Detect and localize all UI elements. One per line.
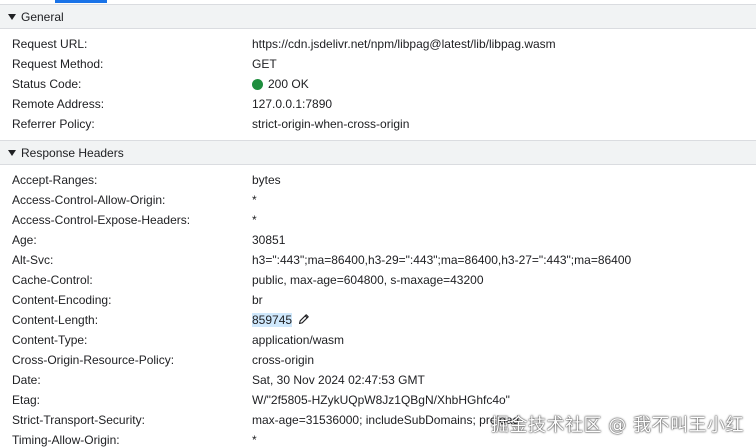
response-headers-section-header[interactable]: Response Headers — [0, 140, 756, 165]
header-value[interactable]: strict-origin-when-cross-origin — [252, 117, 409, 131]
general-rows: Request URL: https://cdn.jsdelivr.net/np… — [0, 29, 756, 140]
header-value[interactable]: max-age=31536000; includeSubDomains; pre… — [252, 413, 519, 427]
header-value[interactable]: cross-origin — [252, 353, 314, 367]
response-row-aceh: Access-Control-Expose-Headers: * — [0, 210, 756, 230]
header-value[interactable]: * — [252, 433, 257, 447]
header-value[interactable]: * — [252, 213, 257, 227]
general-section-title: General — [21, 9, 64, 24]
header-key: Age: — [12, 233, 37, 247]
header-value[interactable]: GET — [252, 57, 277, 71]
header-key: Status Code: — [12, 77, 82, 91]
response-row-acao: Access-Control-Allow-Origin: * — [0, 190, 756, 210]
general-row-request-method: Request Method: GET — [0, 54, 756, 74]
header-key: Request Method: — [12, 57, 104, 71]
response-row-date: Date: Sat, 30 Nov 2024 02:47:53 GMT — [0, 370, 756, 390]
response-headers-section-title: Response Headers — [21, 145, 124, 160]
general-row-status-code: Status Code: 200 OK — [0, 74, 756, 94]
response-row-content-type: Content-Type: application/wasm — [0, 330, 756, 350]
header-key: Content-Length: — [12, 313, 99, 327]
general-row-request-url: Request URL: https://cdn.jsdelivr.net/np… — [0, 34, 756, 54]
pencil-icon[interactable] — [298, 313, 310, 328]
response-row-accept-ranges: Accept-Ranges: bytes — [0, 170, 756, 190]
response-row-etag: Etag: W/"2f5805-HZykUQpW8Jz1QBgN/XhbHGhf… — [0, 390, 756, 410]
header-key: Access-Control-Expose-Headers: — [12, 213, 191, 227]
header-value[interactable]: Sat, 30 Nov 2024 02:47:53 GMT — [252, 373, 425, 387]
header-value[interactable]: W/"2f5805-HZykUQpW8Jz1QBgN/XhbHGhfc4o" — [252, 393, 510, 407]
response-row-age: Age: 30851 — [0, 230, 756, 250]
response-row-content-length: Content-Length: 859745 — [0, 310, 756, 330]
response-header-rows: Accept-Ranges: bytes Access-Control-Allo… — [0, 165, 756, 447]
header-key: Accept-Ranges: — [12, 173, 98, 187]
header-key: Etag: — [12, 393, 41, 407]
header-value[interactable]: 30851 — [252, 233, 285, 247]
header-key: Request URL: — [12, 37, 88, 51]
header-value[interactable]: h3=":443";ma=86400,h3-29=":443";ma=86400… — [252, 253, 631, 267]
status-code-text[interactable]: 200 OK — [268, 77, 309, 91]
triangle-down-icon — [8, 149, 16, 156]
general-row-referrer-policy: Referrer Policy: strict-origin-when-cros… — [0, 114, 756, 134]
response-row-cache-control: Cache-Control: public, max-age=604800, s… — [0, 270, 756, 290]
response-row-alt-svc: Alt-Svc: h3=":443";ma=86400,h3-29=":443"… — [0, 250, 756, 270]
status-value: 200 OK — [252, 77, 309, 91]
header-key: Date: — [12, 373, 41, 387]
header-value[interactable]: * — [252, 193, 257, 207]
header-key: Content-Type: — [12, 333, 88, 347]
general-section-header[interactable]: General — [0, 4, 756, 29]
selected-header-value[interactable]: 859745 — [252, 313, 293, 327]
header-value[interactable]: 127.0.0.1:7890 — [252, 97, 332, 111]
general-row-remote-address: Remote Address: 127.0.0.1:7890 — [0, 94, 756, 114]
header-key: Remote Address: — [12, 97, 105, 111]
active-tab-indicator — [55, 0, 107, 3]
header-value[interactable]: application/wasm — [252, 333, 344, 347]
status-dot-icon — [252, 78, 263, 90]
header-key: Cache-Control: — [12, 273, 93, 287]
headers-panel: General Request URL: https://cdn.jsdeliv… — [0, 0, 756, 447]
header-key: Timing-Allow-Origin: — [12, 433, 120, 447]
header-key: Alt-Svc: — [12, 253, 54, 267]
header-key: Strict-Transport-Security: — [12, 413, 145, 427]
response-row-corp: Cross-Origin-Resource-Policy: cross-orig… — [0, 350, 756, 370]
header-value[interactable]: https://cdn.jsdelivr.net/npm/libpag@late… — [252, 37, 556, 51]
watermark-text: 掘金技术社区 @ 我不叫王小红 — [491, 415, 744, 436]
header-key: Access-Control-Allow-Origin: — [12, 193, 166, 207]
header-key: Referrer Policy: — [12, 117, 95, 131]
response-row-content-encoding: Content-Encoding: br — [0, 290, 756, 310]
header-value[interactable]: bytes — [252, 173, 281, 187]
header-value[interactable]: public, max-age=604800, s-maxage=43200 — [252, 273, 484, 287]
header-key: Content-Encoding: — [12, 293, 112, 307]
header-key: Cross-Origin-Resource-Policy: — [12, 353, 175, 367]
header-value[interactable]: br — [252, 293, 263, 307]
content-length-value: 859745 — [252, 313, 310, 328]
triangle-down-icon — [8, 13, 16, 20]
